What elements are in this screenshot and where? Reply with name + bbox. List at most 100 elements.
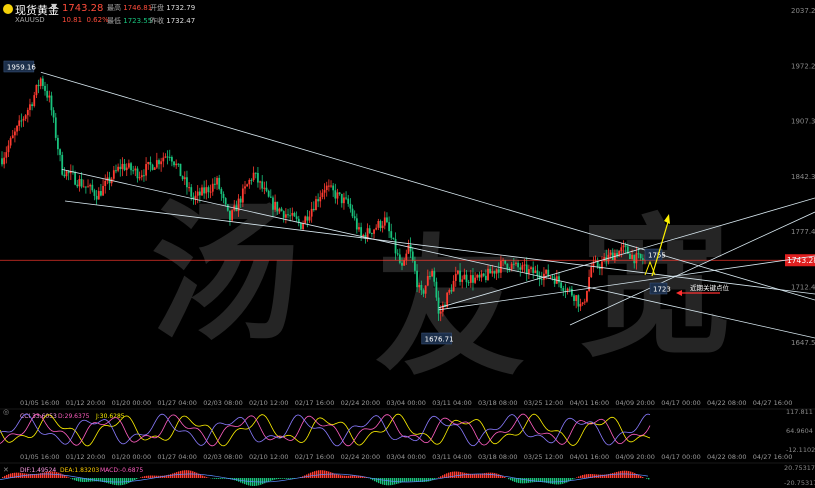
macd-bar xyxy=(512,478,514,482)
macd-bar xyxy=(534,478,536,483)
macd-bar xyxy=(458,471,460,478)
candle-body xyxy=(429,276,431,278)
macd-bar xyxy=(486,472,488,478)
macd-bar xyxy=(408,478,410,482)
candle-body xyxy=(420,284,423,291)
candle-body xyxy=(553,277,556,284)
candle-body xyxy=(61,154,64,175)
candle-body xyxy=(100,191,102,196)
macd-bar xyxy=(410,478,412,482)
macd-bar xyxy=(60,473,62,478)
macd-bar xyxy=(114,478,116,485)
candle-body xyxy=(523,264,526,266)
candle-body xyxy=(517,262,520,268)
macd-bar xyxy=(316,470,318,478)
macd-bar xyxy=(50,471,52,478)
candle-body xyxy=(24,115,27,119)
macd-bar xyxy=(218,478,220,479)
macd-bar xyxy=(438,477,440,478)
date-tick-label: 04/22 08:00 xyxy=(707,399,747,407)
symbol-dot-icon xyxy=(3,4,13,14)
candle-body xyxy=(138,177,141,179)
candle-body xyxy=(394,238,397,254)
price-change: 10.81 0.62% xyxy=(62,16,109,24)
macd-bar xyxy=(562,478,564,484)
macd-bar xyxy=(560,478,562,485)
candle-body xyxy=(50,95,53,111)
candle-body xyxy=(519,267,522,270)
macd-bar xyxy=(146,475,148,478)
candle-body xyxy=(3,157,6,165)
candle-body xyxy=(306,216,309,221)
chevron-down-icon[interactable]: ▼ xyxy=(51,2,57,11)
macd-bar xyxy=(570,478,572,481)
candle-body xyxy=(566,288,569,292)
stat-low: 最低 1723.55 xyxy=(107,17,153,25)
candle-body xyxy=(336,192,339,199)
macd-bar xyxy=(630,471,632,478)
candle-body xyxy=(267,190,270,197)
candle-body xyxy=(405,253,408,261)
callout-down-target: 1723 xyxy=(653,286,671,294)
candle-body xyxy=(562,288,565,292)
candle-body xyxy=(383,217,386,226)
macd-bar xyxy=(346,475,348,478)
price-chart[interactable]: 汤友宽2037.211972.261907.311842.361777.4117… xyxy=(0,0,815,488)
macd-bar xyxy=(262,478,264,485)
candle-body xyxy=(222,193,225,199)
candle-body xyxy=(5,152,8,158)
candle-body xyxy=(63,174,66,177)
candle-body xyxy=(183,177,186,180)
candle-body xyxy=(375,227,378,230)
candle-body xyxy=(132,170,135,172)
candles xyxy=(1,75,646,322)
candle-body xyxy=(198,191,201,196)
candle-body xyxy=(441,304,444,312)
candle-body xyxy=(338,192,341,194)
candle-body xyxy=(452,280,455,292)
candle-body xyxy=(491,271,494,274)
candle-body xyxy=(65,171,68,177)
macd-bar xyxy=(382,478,384,485)
symbol-code: XAUUSD xyxy=(15,16,45,24)
macd-bar xyxy=(220,478,222,479)
macd-bar xyxy=(616,471,618,478)
candle-body xyxy=(125,167,128,171)
date-tick-label: 02/10 12:00 xyxy=(249,399,289,407)
candle-body xyxy=(510,263,513,270)
candle-body xyxy=(84,186,87,188)
macd-bar xyxy=(576,477,578,478)
candle-body xyxy=(52,110,55,118)
candle-body xyxy=(80,179,83,187)
candle-body xyxy=(431,270,434,277)
macd-bar xyxy=(26,473,28,478)
macd-bar xyxy=(336,474,338,478)
candle-body xyxy=(426,276,429,286)
candle-body xyxy=(170,157,173,162)
candle-body xyxy=(78,179,81,187)
macd-bar xyxy=(148,475,150,478)
candle-body xyxy=(295,216,298,219)
macd-bar xyxy=(622,470,624,478)
macd-bar xyxy=(510,478,512,481)
macd-bar xyxy=(564,478,566,484)
candle-body xyxy=(396,253,399,255)
candle-body xyxy=(590,267,593,278)
candle-body xyxy=(44,85,46,91)
macd-bar xyxy=(380,478,382,484)
candle-body xyxy=(418,284,421,288)
candle-body xyxy=(57,137,59,150)
candle-body xyxy=(9,138,12,146)
candle-body xyxy=(465,274,468,283)
candle-body xyxy=(334,190,337,199)
candle-body xyxy=(218,177,221,189)
macd-bar xyxy=(8,474,10,478)
candle-body xyxy=(1,158,3,165)
candle-body xyxy=(18,120,21,126)
macd-bar xyxy=(278,478,280,479)
candle-body xyxy=(435,281,438,298)
macd-bar xyxy=(268,478,270,482)
stat-open: 开盘 1732.79 xyxy=(150,4,196,12)
candle-body xyxy=(411,251,414,261)
candle-body xyxy=(269,196,272,198)
